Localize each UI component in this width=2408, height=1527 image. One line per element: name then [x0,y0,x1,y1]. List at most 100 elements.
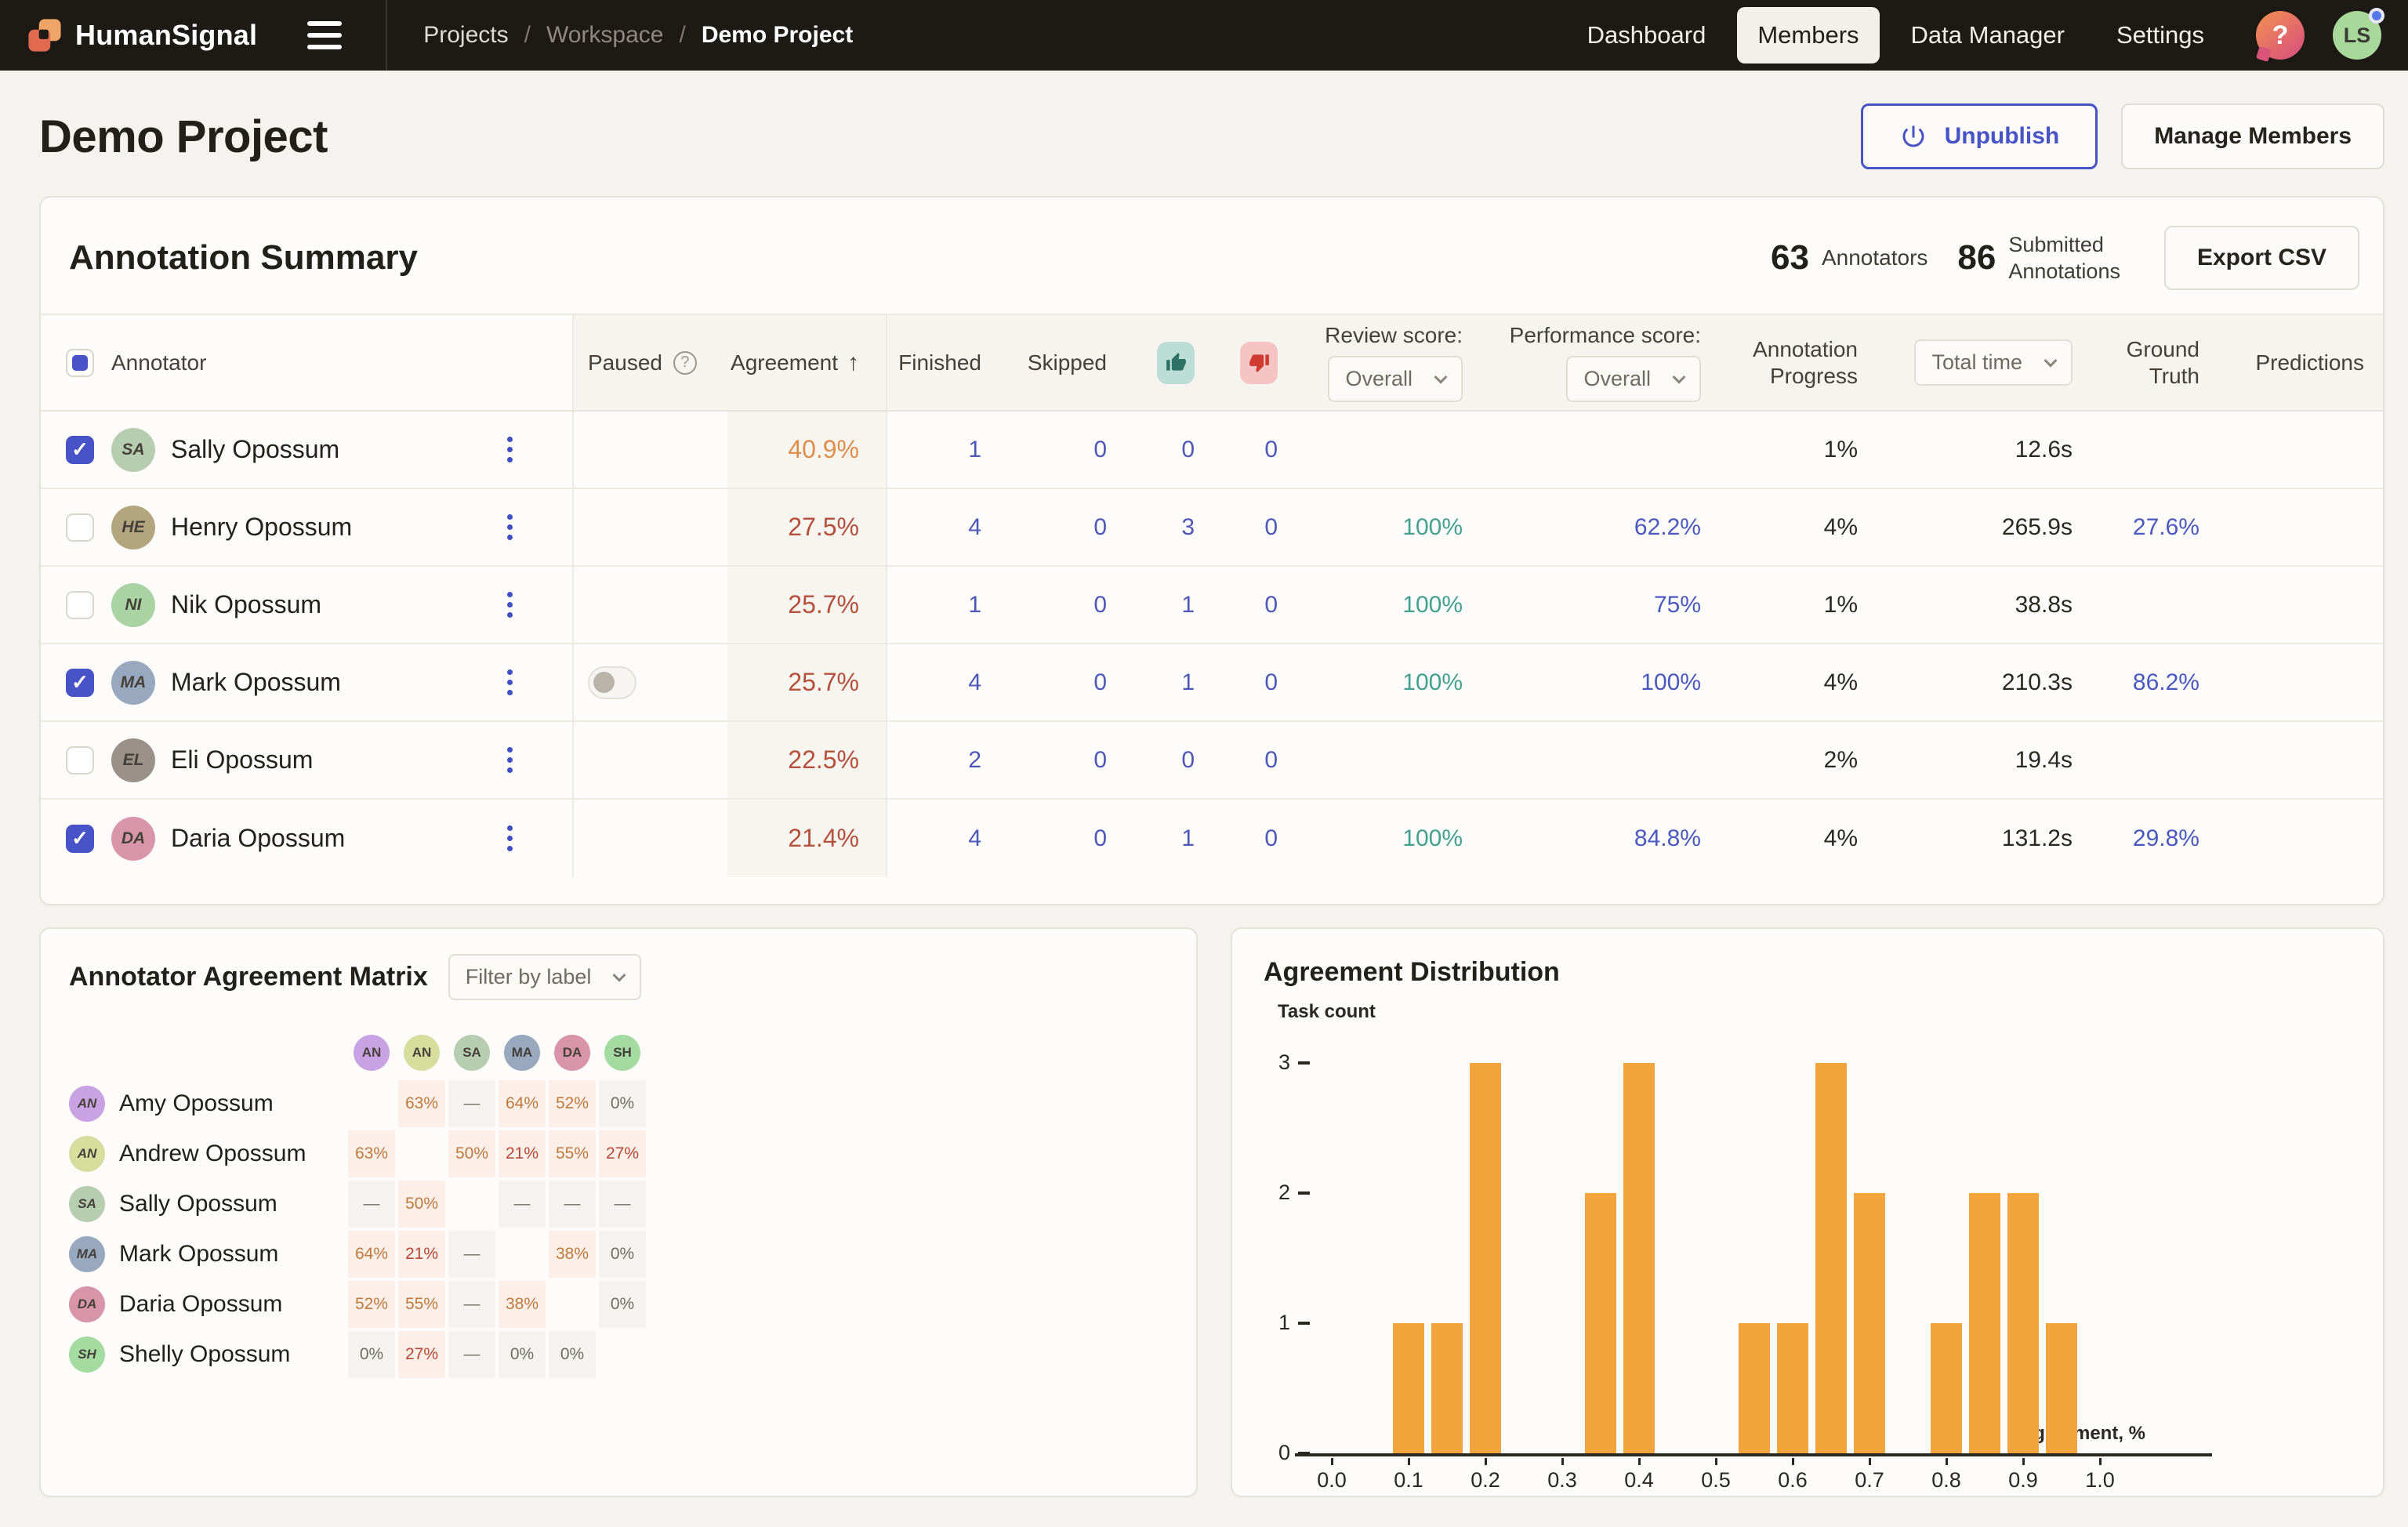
row-checkbox[interactable] [66,513,94,542]
row-checkbox[interactable] [66,825,94,853]
finished-column-header: Finished [898,350,981,375]
annotation-progress-header: AnnotationProgress [1753,336,1858,390]
skipped-value[interactable]: 0 [1093,437,1107,463]
kebab-menu-icon[interactable] [502,587,517,622]
thumbs-down-count[interactable]: 0 [1264,592,1278,618]
breadcrumb-workspace[interactable]: Workspace [546,22,664,49]
finished-value[interactable]: 1 [968,592,981,618]
finished-value[interactable]: 1 [968,437,981,463]
finished-value[interactable]: 4 [968,825,981,852]
thumbs-down-count[interactable]: 0 [1264,669,1278,696]
manage-members-label: Manage Members [2154,123,2352,150]
matrix-column-avatar: DA [554,1035,590,1071]
performance-score-select[interactable]: Overall [1566,356,1701,402]
x-tick [1715,1458,1717,1465]
export-csv-button[interactable]: Export CSV [2164,226,2359,290]
thumbs-down-count[interactable]: 0 [1264,825,1278,852]
matrix-cell: 50% [398,1181,445,1228]
thumbs-up-count[interactable]: 0 [1181,747,1195,774]
thumbs-up-count[interactable]: 3 [1181,514,1195,541]
finished-value[interactable]: 4 [968,514,981,541]
nav-dashboard[interactable]: Dashboard [1567,7,1727,63]
chevron-down-icon [1434,370,1448,383]
skipped-value[interactable]: 0 [1093,514,1107,541]
histogram-bar [1393,1323,1424,1453]
annotation-summary-card: Annotation Summary 63 Annotators 86 Subm… [39,196,2384,905]
kebab-menu-icon[interactable] [502,665,517,700]
matrix-row-label: SA Sally Opossum [69,1186,346,1222]
paused-column-header: Paused [588,350,662,375]
performance-score-value: 100% [1641,669,1701,696]
review-score-header: Review score: [1325,323,1463,348]
matrix-cell: 63% [348,1130,395,1177]
kebab-menu-icon[interactable] [502,742,517,778]
avatar: AN [69,1086,105,1122]
thumbs-up-count[interactable]: 1 [1181,825,1195,852]
x-tick-label: 0.6 [1757,1468,1828,1493]
paused-help-icon[interactable]: ? [673,351,697,375]
kebab-menu-icon[interactable] [502,510,517,545]
annotator-name: Nik Opossum [171,590,321,619]
manage-members-button[interactable]: Manage Members [2121,103,2384,169]
sort-asc-icon[interactable]: ↑ [847,350,859,376]
row-checkbox[interactable] [66,669,94,697]
nav-data-manager[interactable]: Data Manager [1891,7,2085,63]
x-tick [1408,1458,1410,1465]
table-row: SA Sally Opossum 40.9% 1 0 0 0 1% 12.6s [41,412,2383,489]
y-tick-label: 3 [1243,1050,1290,1075]
nav-settings[interactable]: Settings [2096,7,2225,63]
breadcrumb-projects[interactable]: Projects [423,22,508,49]
skipped-value[interactable]: 0 [1093,825,1107,852]
avatar: NI [111,583,155,627]
skipped-value[interactable]: 0 [1093,592,1107,618]
matrix-cell: 64% [348,1231,395,1278]
thumbs-up-count[interactable]: 1 [1181,669,1195,696]
review-score-select[interactable]: Overall [1328,356,1463,402]
matrix-cell [549,1281,596,1328]
annotator-name: Sally Opossum [171,435,339,464]
row-checkbox[interactable] [66,436,94,464]
unpublish-button[interactable]: Unpublish [1861,103,2098,169]
x-tick [1561,1458,1564,1465]
annotators-label: Annotators [1822,245,1927,270]
table-row: HE Henry Opossum 27.5% 4 0 3 0 100% 62.2… [41,489,2383,567]
kebab-menu-icon[interactable] [502,432,517,467]
help-icon[interactable]: ? [2256,11,2305,60]
filter-by-label-select[interactable]: Filter by label [448,954,642,1000]
logo-text: HumanSignal [75,19,257,52]
finished-value[interactable]: 4 [968,669,981,696]
annotation-progress-value: 1% [1824,592,1858,618]
select-all-checkbox[interactable] [66,349,94,377]
kebab-menu-icon[interactable] [502,821,517,856]
breadcrumb-separator: / [679,22,685,49]
annotator-name: Daria Opossum [171,824,345,853]
thumbs-down-count[interactable]: 0 [1264,437,1278,463]
thumbs-up-count[interactable]: 0 [1181,437,1195,463]
total-time-select[interactable]: Total time [1914,339,2073,386]
matrix-column-avatar: MA [504,1035,540,1071]
avatar: HE [111,506,155,550]
agreement-value: 22.5% [788,745,859,774]
hamburger-menu-icon[interactable] [307,21,342,49]
y-tick-label: 2 [1243,1181,1290,1205]
total-time-value: 131.2s [2002,825,2073,852]
x-tick-label: 0.2 [1450,1468,1521,1493]
matrix-row-label: DA Daria Opossum [69,1286,346,1322]
avatar: SA [69,1186,105,1222]
user-avatar[interactable]: LS [2333,11,2381,60]
skipped-value[interactable]: 0 [1093,747,1107,774]
humansignal-logo[interactable]: HumanSignal [27,17,257,53]
submitted-count: 86 [1957,238,1996,277]
thumbs-up-count[interactable]: 1 [1181,592,1195,618]
agreement-column-header[interactable]: Agreement [731,350,838,375]
row-checkbox[interactable] [66,746,94,774]
matrix-title: Annotator Agreement Matrix [69,962,428,992]
skipped-value[interactable]: 0 [1093,669,1107,696]
thumbs-down-count[interactable]: 0 [1264,747,1278,774]
paused-toggle[interactable] [588,666,636,699]
thumbs-down-count[interactable]: 0 [1264,514,1278,541]
finished-value[interactable]: 2 [968,747,981,774]
nav-members[interactable]: Members [1737,7,1879,63]
row-checkbox[interactable] [66,591,94,619]
avatar: SA [111,428,155,472]
